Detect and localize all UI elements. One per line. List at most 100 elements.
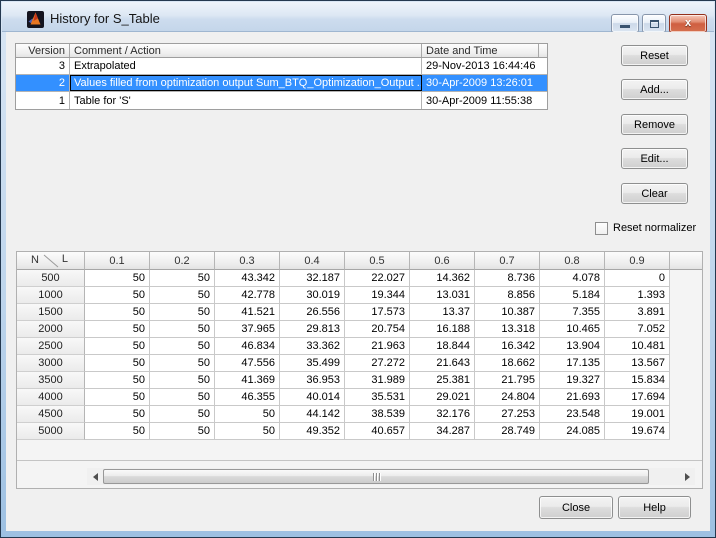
table-cell[interactable]: 13.031 — [410, 287, 475, 304]
table-cell[interactable]: 50 — [85, 406, 150, 423]
table-cell[interactable]: 50 — [215, 423, 280, 440]
table-cell[interactable]: 10.387 — [475, 304, 540, 321]
table-cell[interactable]: 50 — [150, 270, 215, 287]
history-col-version[interactable]: Version — [16, 44, 70, 57]
table-cell[interactable]: 40.657 — [345, 423, 410, 440]
table-cell[interactable]: 18.662 — [475, 355, 540, 372]
column-header[interactable]: 0.3 — [215, 252, 280, 270]
table-cell[interactable]: 25.381 — [410, 372, 475, 389]
table-cell[interactable]: 13.904 — [540, 338, 605, 355]
table-cell[interactable]: 38.539 — [345, 406, 410, 423]
table-cell[interactable]: 50 — [85, 304, 150, 321]
table-cell[interactable]: 30.019 — [280, 287, 345, 304]
column-header[interactable]: 0.8 — [540, 252, 605, 270]
table-row[interactable]: 4000 50 50 46.355 40.014 35.531 29.021 24.804 2… — [17, 389, 702, 406]
table-cell[interactable]: 37.965 — [215, 321, 280, 338]
title-bar[interactable]: History for S_Table x — [2, 2, 714, 33]
table-cell[interactable]: 32.176 — [410, 406, 475, 423]
table-cell[interactable]: 28.749 — [475, 423, 540, 440]
table-row[interactable]: 2500 50 50 46.834 33.362 21.963 18.844 16.342 1… — [17, 338, 702, 355]
column-header[interactable]: 0.6 — [410, 252, 475, 270]
scroll-right-button[interactable] — [679, 468, 695, 485]
table-cell[interactable]: 35.499 — [280, 355, 345, 372]
table-cell[interactable]: 50 — [85, 389, 150, 406]
table-cell[interactable]: 29.813 — [280, 321, 345, 338]
table-cell[interactable]: 50 — [85, 355, 150, 372]
close-button[interactable]: Close — [539, 496, 613, 519]
close-window-button[interactable]: x — [669, 14, 707, 33]
table-cell[interactable]: 17.135 — [540, 355, 605, 372]
table-cell[interactable]: 21.643 — [410, 355, 475, 372]
table-cell[interactable]: 41.521 — [215, 304, 280, 321]
table-cell[interactable]: 3.891 — [605, 304, 670, 321]
table-cell[interactable]: 1.393 — [605, 287, 670, 304]
table-cell[interactable]: 50 — [150, 321, 215, 338]
table-cell[interactable]: 14.362 — [410, 270, 475, 287]
table-cell[interactable]: 19.344 — [345, 287, 410, 304]
table-cell[interactable]: 47.556 — [215, 355, 280, 372]
table-cell[interactable]: 5.184 — [540, 287, 605, 304]
table-cell[interactable]: 42.778 — [215, 287, 280, 304]
table-cell[interactable]: 50 — [215, 406, 280, 423]
horizontal-scrollbar[interactable] — [87, 468, 695, 485]
column-header[interactable]: 0.7 — [475, 252, 540, 270]
table-cell[interactable]: 8.856 — [475, 287, 540, 304]
table-cell[interactable]: 50 — [85, 338, 150, 355]
table-row[interactable]: 1000 50 50 42.778 30.019 19.344 13.031 8.856 5.… — [17, 287, 702, 304]
column-header[interactable]: 0.5 — [345, 252, 410, 270]
table-cell[interactable]: 13.37 — [410, 304, 475, 321]
reset-button[interactable]: Reset — [621, 45, 688, 66]
table-cell[interactable]: 40.014 — [280, 389, 345, 406]
table-cell[interactable]: 29.021 — [410, 389, 475, 406]
table-cell[interactable]: 24.085 — [540, 423, 605, 440]
table-cell[interactable]: 36.953 — [280, 372, 345, 389]
table-cell[interactable]: 21.963 — [345, 338, 410, 355]
column-header[interactable]: 0.2 — [150, 252, 215, 270]
table-cell[interactable]: 16.342 — [475, 338, 540, 355]
table-cell[interactable]: 20.754 — [345, 321, 410, 338]
history-row[interactable]: 3 Extrapolated 29-Nov-2013 16:44:46 — [16, 58, 547, 75]
table-cell[interactable]: 7.052 — [605, 321, 670, 338]
table-cell[interactable]: 19.001 — [605, 406, 670, 423]
table-cell[interactable]: 32.187 — [280, 270, 345, 287]
table-cell[interactable]: 13.318 — [475, 321, 540, 338]
column-header[interactable]: 0.9 — [605, 252, 670, 270]
table-row[interactable]: 500 50 50 43.342 32.187 22.027 14.362 8.736 4.0… — [17, 270, 702, 287]
table-row[interactable]: 3000 50 50 47.556 35.499 27.272 21.643 18.662 1… — [17, 355, 702, 372]
minimize-button[interactable] — [611, 14, 639, 33]
table-cell[interactable]: 33.362 — [280, 338, 345, 355]
scrollbar-thumb[interactable] — [103, 469, 649, 484]
table-cell[interactable]: 17.694 — [605, 389, 670, 406]
table-cell[interactable]: 49.352 — [280, 423, 345, 440]
history-col-comment[interactable]: Comment / Action — [70, 44, 422, 57]
table-cell[interactable]: 4.078 — [540, 270, 605, 287]
column-header[interactable]: 0.4 — [280, 252, 345, 270]
table-cell[interactable]: 24.804 — [475, 389, 540, 406]
table-cell[interactable]: 46.355 — [215, 389, 280, 406]
table-cell[interactable]: 19.674 — [605, 423, 670, 440]
table-cell[interactable]: 19.327 — [540, 372, 605, 389]
clear-button[interactable]: Clear — [621, 183, 688, 204]
table-cell[interactable]: 50 — [85, 423, 150, 440]
table-cell[interactable]: 41.369 — [215, 372, 280, 389]
table-cell[interactable]: 34.287 — [410, 423, 475, 440]
table-cell[interactable]: 0 — [605, 270, 670, 287]
table-cell[interactable]: 50 — [150, 423, 215, 440]
table-row[interactable]: 1500 50 50 41.521 26.556 17.573 13.37 10.387 7.… — [17, 304, 702, 321]
table-cell[interactable]: 44.142 — [280, 406, 345, 423]
history-row[interactable]: 1 Table for 'S' 30-Apr-2009 11:55:38 — [16, 92, 547, 109]
table-cell[interactable]: 10.465 — [540, 321, 605, 338]
table-cell[interactable]: 16.188 — [410, 321, 475, 338]
table-cell[interactable]: 27.253 — [475, 406, 540, 423]
edit-button[interactable]: Edit... — [621, 148, 688, 169]
table-cell[interactable]: 50 — [85, 270, 150, 287]
table-cell[interactable]: 21.795 — [475, 372, 540, 389]
table-cell[interactable]: 50 — [150, 406, 215, 423]
table-cell[interactable]: 50 — [150, 389, 215, 406]
table-row[interactable]: 5000 50 50 50 49.352 40.657 34.287 28.749 24.08… — [17, 423, 702, 440]
reset-normalizer-checkbox[interactable] — [595, 222, 608, 235]
table-cell[interactable]: 10.481 — [605, 338, 670, 355]
table-cell[interactable]: 50 — [85, 287, 150, 304]
table-cell[interactable]: 50 — [85, 372, 150, 389]
table-cell[interactable]: 26.556 — [280, 304, 345, 321]
